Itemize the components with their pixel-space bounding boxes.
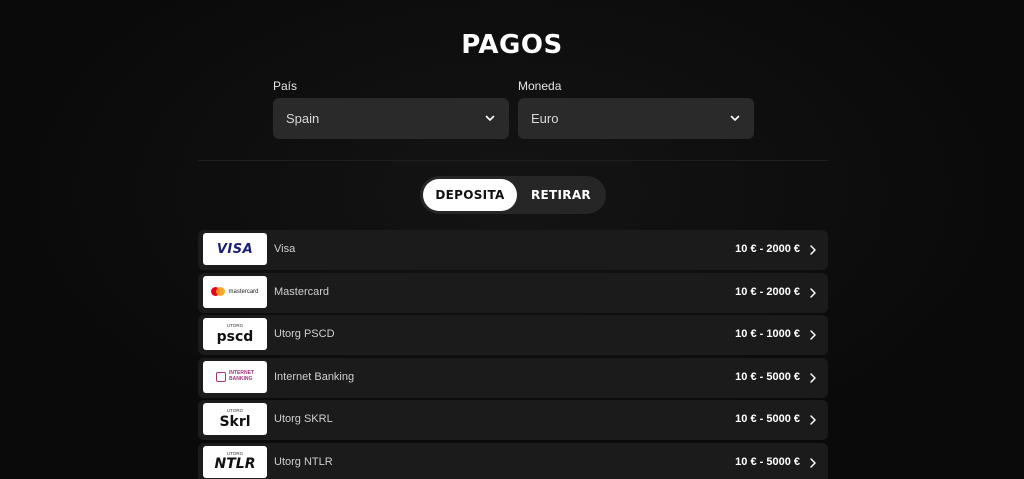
utorg-logo-text: pscd — [216, 328, 254, 345]
utorg-pscd-logo: UTORG pscd — [203, 318, 267, 350]
payment-method-range: 10 € - 2000 € — [735, 243, 800, 255]
internet-banking-logo-text-2: BANKING — [229, 375, 253, 382]
payment-method-name: Utorg SKRL — [274, 413, 333, 425]
payment-method-row-internet-banking[interactable]: INTERNET BANKING Internet Banking 10 € -… — [198, 357, 828, 398]
chevron-right-icon — [810, 245, 816, 255]
payment-method-range: 10 € - 5000 € — [735, 370, 800, 383]
bank-icon — [216, 371, 226, 382]
chevron-down-icon — [730, 115, 740, 121]
mastercard-circles-icon — [211, 287, 226, 296]
payment-method-name: Utorg PSCD — [274, 328, 335, 340]
utorg-logo-text: NTLR — [214, 456, 256, 473]
mastercard-logo: mastercard — [203, 275, 267, 308]
utorg-ntlr-logo: UTORG NTLR — [203, 445, 267, 478]
chevron-right-icon — [810, 415, 816, 425]
currency-select[interactable]: Euro — [518, 98, 754, 139]
payment-methods-list: VISA Visa 10 € - 2000 € mastercard Maste… — [198, 230, 828, 479]
utorg-skrl-logo: UTORG Skrl — [203, 403, 267, 435]
payment-method-range: 10 € - 2000 € — [735, 285, 800, 298]
tab-deposit[interactable]: DEPOSITA — [423, 179, 517, 211]
chevron-right-icon — [810, 372, 816, 383]
currency-select-value: Euro — [531, 111, 559, 126]
payment-method-range: 10 € - 5000 € — [735, 455, 800, 468]
payment-method-row-visa[interactable]: VISA Visa 10 € - 2000 € — [198, 230, 828, 270]
visa-logo: VISA — [203, 233, 267, 265]
page-title: PAGOS — [461, 30, 563, 60]
section-divider — [198, 160, 828, 161]
country-select[interactable]: Spain — [273, 98, 509, 139]
payment-method-name: Visa — [274, 243, 296, 255]
visa-logo-text: VISA — [216, 241, 254, 257]
payment-method-row-utorg-pscd[interactable]: UTORG pscd Utorg PSCD 10 € - 1000 € — [198, 315, 828, 355]
payment-method-row-utorg-ntlr[interactable]: UTORG NTLR Utorg NTLR 10 € - 5000 € — [198, 442, 828, 479]
chevron-right-icon — [810, 287, 816, 298]
payment-method-row-mastercard[interactable]: mastercard Mastercard 10 € - 2000 € — [198, 272, 828, 313]
mastercard-logo-text: mastercard — [228, 288, 259, 295]
internet-banking-logo: INTERNET BANKING — [203, 360, 267, 393]
payment-method-range: 10 € - 5000 € — [735, 413, 800, 425]
payment-method-range: 10 € - 1000 € — [735, 328, 800, 340]
currency-label: Moneda — [518, 79, 562, 93]
country-label: País — [273, 79, 298, 93]
country-select-value: Spain — [286, 111, 320, 126]
payment-method-name: Internet Banking — [274, 370, 355, 383]
payments-page: PAGOS País Spain Moneda Euro DEPOSITA RE… — [0, 0, 1024, 479]
payment-method-row-utorg-skrl[interactable]: UTORG Skrl Utorg SKRL 10 € - 5000 € — [198, 400, 828, 440]
payment-method-name: Utorg NTLR — [274, 455, 333, 468]
payment-method-name: Mastercard — [274, 285, 330, 298]
chevron-down-icon — [485, 115, 495, 121]
deposit-withdraw-toggle: DEPOSITA RETIRAR — [420, 176, 606, 214]
chevron-right-icon — [810, 457, 816, 468]
tab-withdraw[interactable]: RETIRAR — [518, 179, 604, 211]
chevron-right-icon — [810, 330, 816, 340]
utorg-logo-text: Skrl — [219, 413, 251, 430]
